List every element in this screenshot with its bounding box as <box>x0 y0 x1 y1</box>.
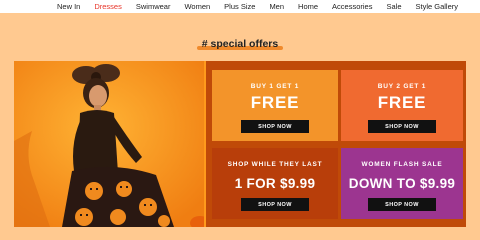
offer-headline: DOWN TO $9.99 <box>348 176 456 191</box>
nav-item-plus-size[interactable]: Plus Size <box>224 2 255 11</box>
offer-tile-buy1get1[interactable]: BUY 1 GET 1 FREE SHOP NOW <box>212 70 338 141</box>
shop-now-button[interactable]: SHOP NOW <box>368 198 436 211</box>
nav-item-women[interactable]: Women <box>184 2 210 11</box>
offer-subtitle: BUY 2 GET 1 <box>377 83 427 90</box>
section-heading: # special offers <box>0 34 480 52</box>
offer-subtitle: SHOP WHILE THEY LAST <box>227 161 323 168</box>
shop-now-button[interactable]: SHOP NOW <box>368 120 436 133</box>
nav-item-style-gallery[interactable]: Style Gallery <box>416 2 459 11</box>
offer-headline: FREE <box>250 93 300 112</box>
shop-now-button[interactable]: SHOP NOW <box>241 120 309 133</box>
nav-item-men[interactable]: Men <box>269 2 284 11</box>
nav-item-sale[interactable]: Sale <box>386 2 401 11</box>
nav-item-swimwear[interactable]: Swimwear <box>136 2 171 11</box>
top-nav: New In Dresses Swimwear Women Plus Size … <box>0 0 480 13</box>
offer-headline: FREE <box>377 93 427 112</box>
shop-now-button[interactable]: SHOP NOW <box>241 198 309 211</box>
offer-subtitle: WOMEN FLASH SALE <box>361 161 443 168</box>
nav-item-accessories[interactable]: Accessories <box>332 2 372 11</box>
nav-item-dresses[interactable]: Dresses <box>94 2 122 11</box>
nav-item-home[interactable]: Home <box>298 2 318 11</box>
offer-tile-flash-sale[interactable]: WOMEN FLASH SALE DOWN TO $9.99 SHOP NOW <box>341 148 463 219</box>
special-offers-banner: BUY 1 GET 1 FREE SHOP NOW BUY 2 GET 1 FR… <box>14 61 466 227</box>
nav-item-new-in[interactable]: New In <box>57 2 80 11</box>
offer-headline: 1 FOR $9.99 <box>234 176 316 191</box>
section-title: # special offers <box>201 38 279 50</box>
hero-model-image[interactable] <box>14 61 204 227</box>
offer-subtitle: BUY 1 GET 1 <box>250 83 300 90</box>
offer-tile-buy2get1[interactable]: BUY 2 GET 1 FREE SHOP NOW <box>341 70 463 141</box>
offer-tile-while-they-last[interactable]: SHOP WHILE THEY LAST 1 FOR $9.99 SHOP NO… <box>212 148 338 219</box>
